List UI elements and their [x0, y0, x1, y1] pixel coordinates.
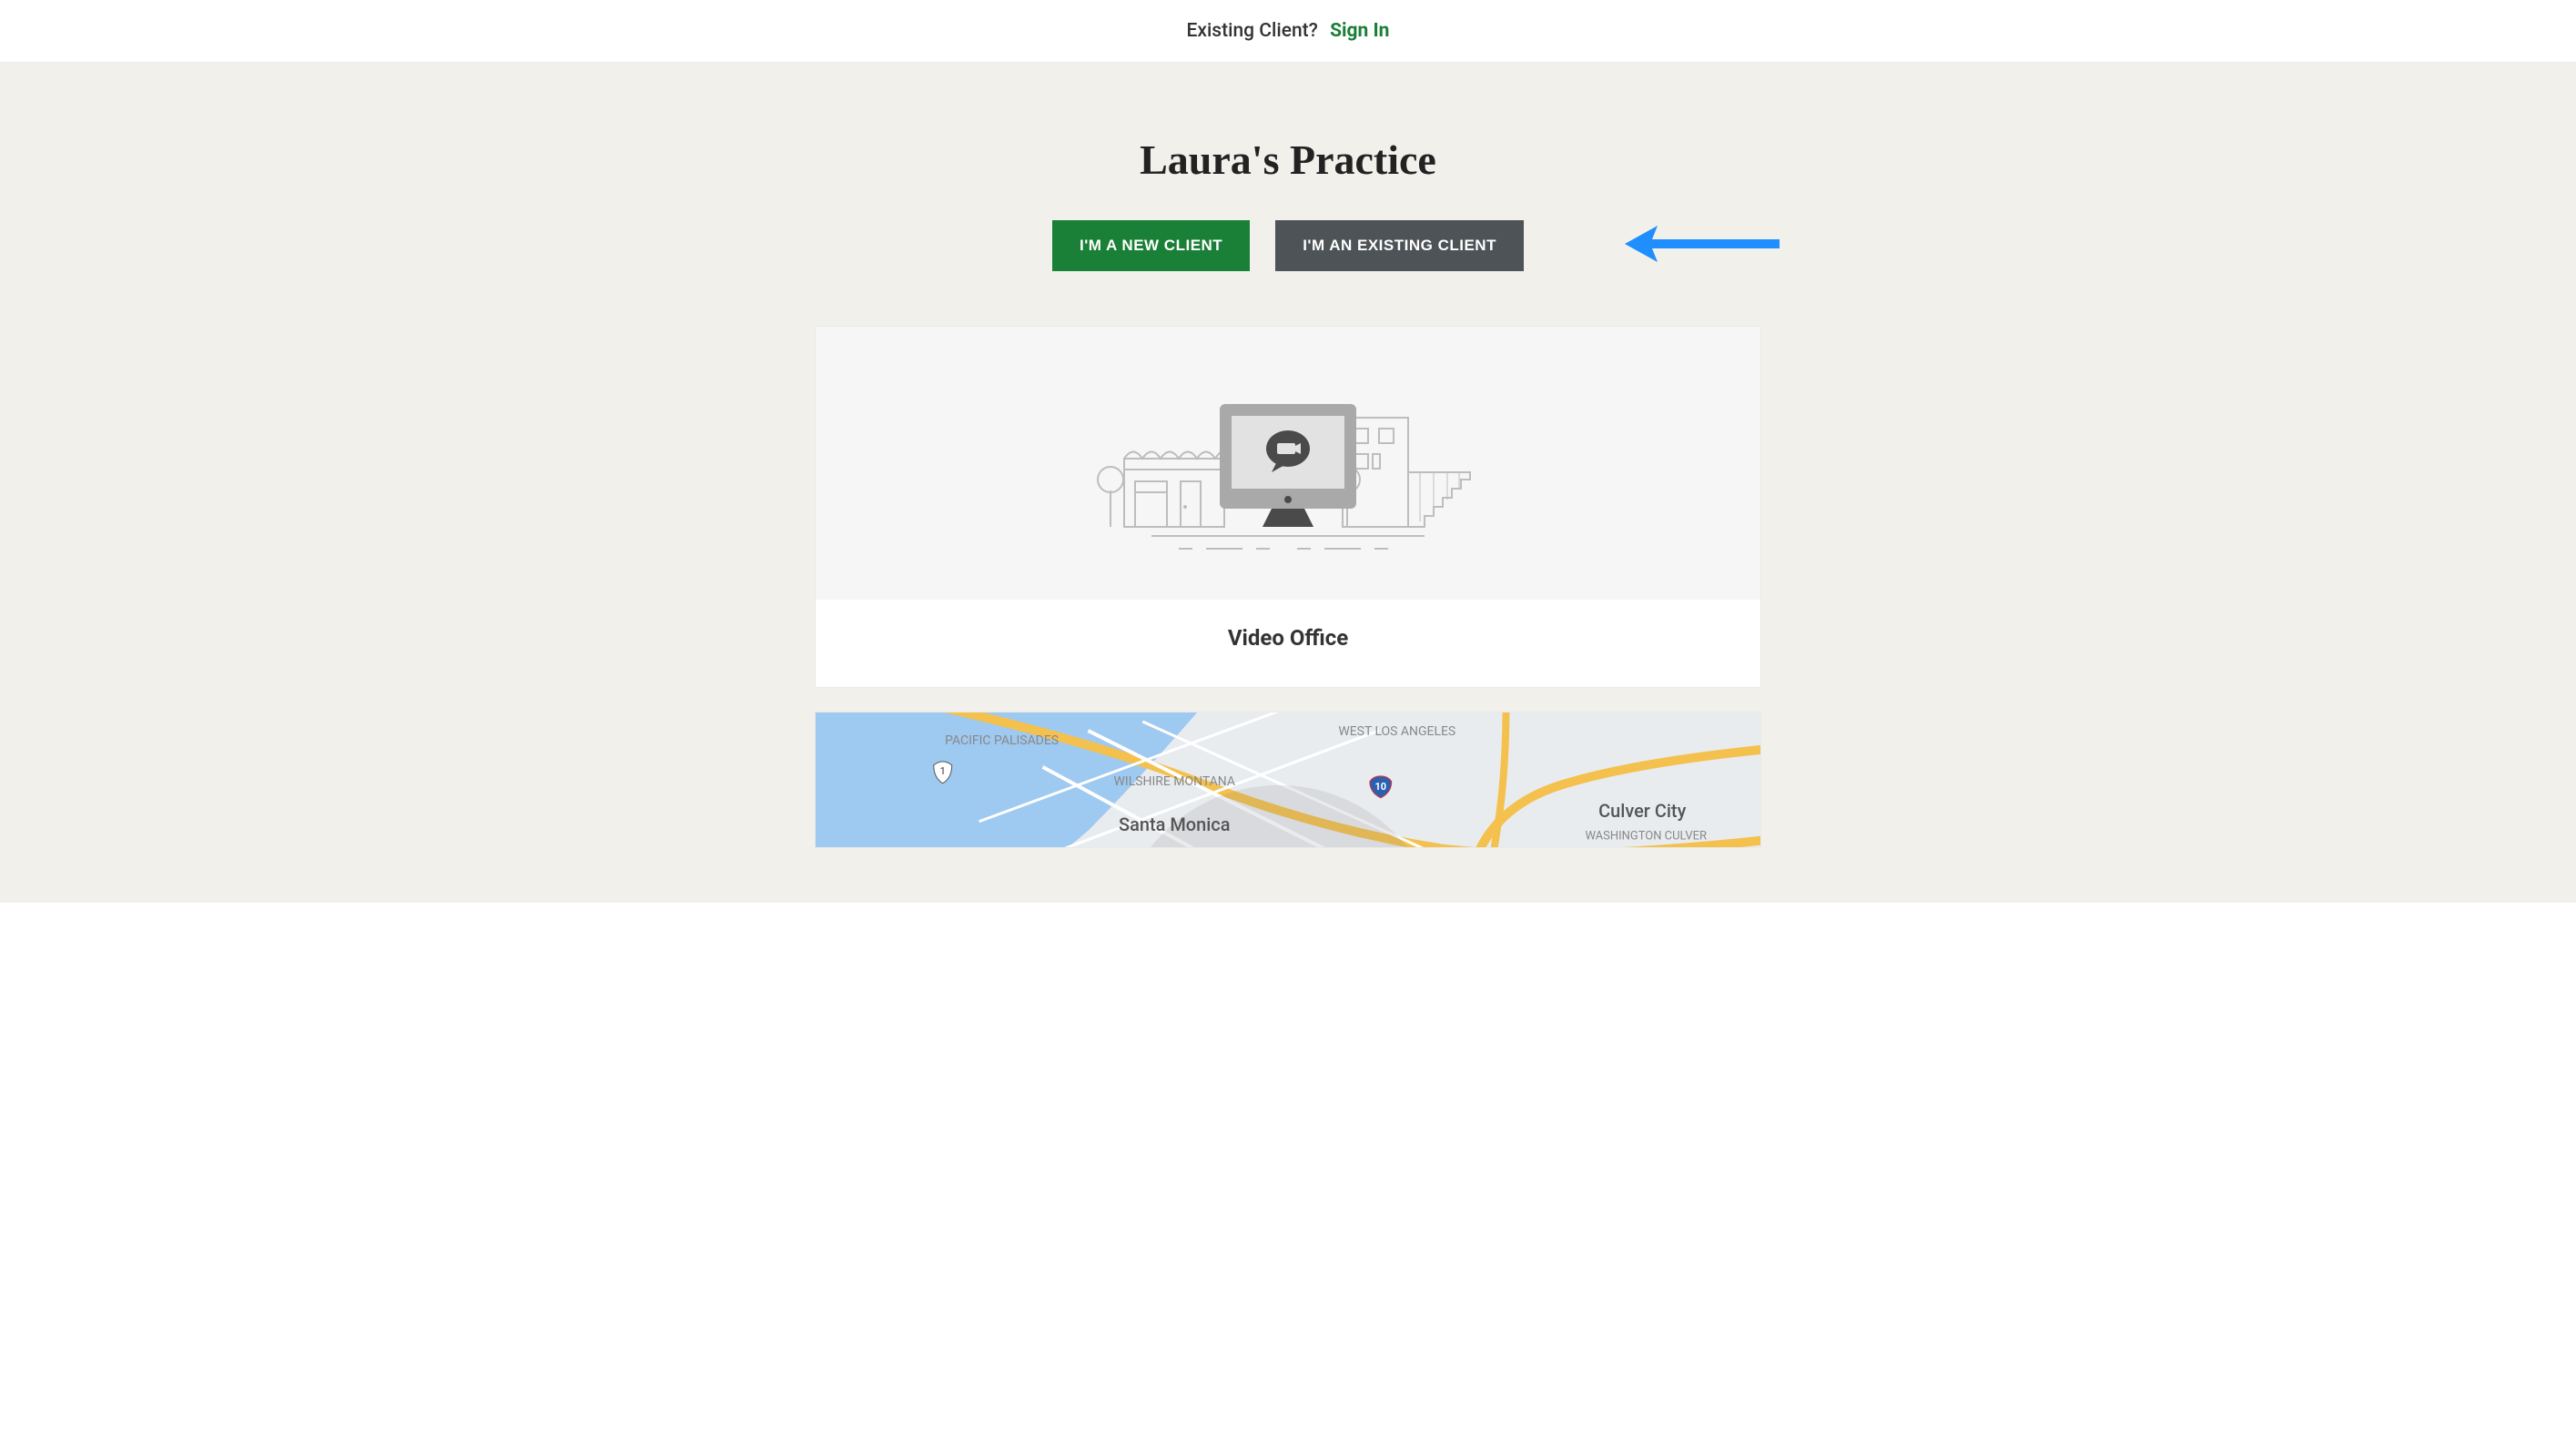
map-label: PACIFIC PALISADES — [945, 733, 1059, 748]
video-office-illustration — [816, 327, 1760, 600]
existing-client-prompt: Existing Client? — [1187, 20, 1318, 42]
map-label: WEST LOS ANGELES — [1338, 724, 1455, 739]
route-shield: 1 — [940, 765, 946, 777]
new-client-button[interactable]: I'M A NEW CLIENT — [1052, 220, 1250, 271]
video-office-title: Video Office — [839, 625, 1737, 651]
map-label: WILSHIRE MONTANA — [1114, 774, 1235, 789]
hero-section: Laura's Practice I'M A NEW CLIENT I'M AN… — [0, 63, 2576, 903]
office-cards: Video Office — [796, 326, 1780, 848]
sign-in-link[interactable]: Sign In — [1330, 20, 1389, 42]
telehealth-computer-icon — [1033, 354, 1543, 572]
video-office-card-body: Video Office — [816, 600, 1760, 687]
route-shield: 10 — [1375, 781, 1387, 793]
existing-client-button[interactable]: I'M AN EXISTING CLIENT — [1275, 220, 1524, 271]
map-label: WASHINGTON CULVER — [1585, 830, 1707, 844]
map-office-card[interactable]: PACIFIC PALISADES WILSHIRE MONTANA Santa… — [815, 712, 1761, 848]
top-bar: Existing Client? Sign In — [0, 0, 2576, 63]
map-label: Culver City — [1598, 800, 1686, 822]
map-icon: PACIFIC PALISADES WILSHIRE MONTANA Santa… — [816, 712, 1760, 847]
map-label: Santa Monica — [1119, 814, 1230, 835]
arrow-icon — [1625, 221, 1780, 267]
annotation-arrow — [1625, 221, 1780, 270]
video-office-card[interactable]: Video Office — [815, 326, 1761, 688]
client-type-buttons: I'M A NEW CLIENT I'M AN EXISTING CLIENT — [0, 220, 2576, 271]
practice-title: Laura's Practice — [0, 136, 2576, 184]
